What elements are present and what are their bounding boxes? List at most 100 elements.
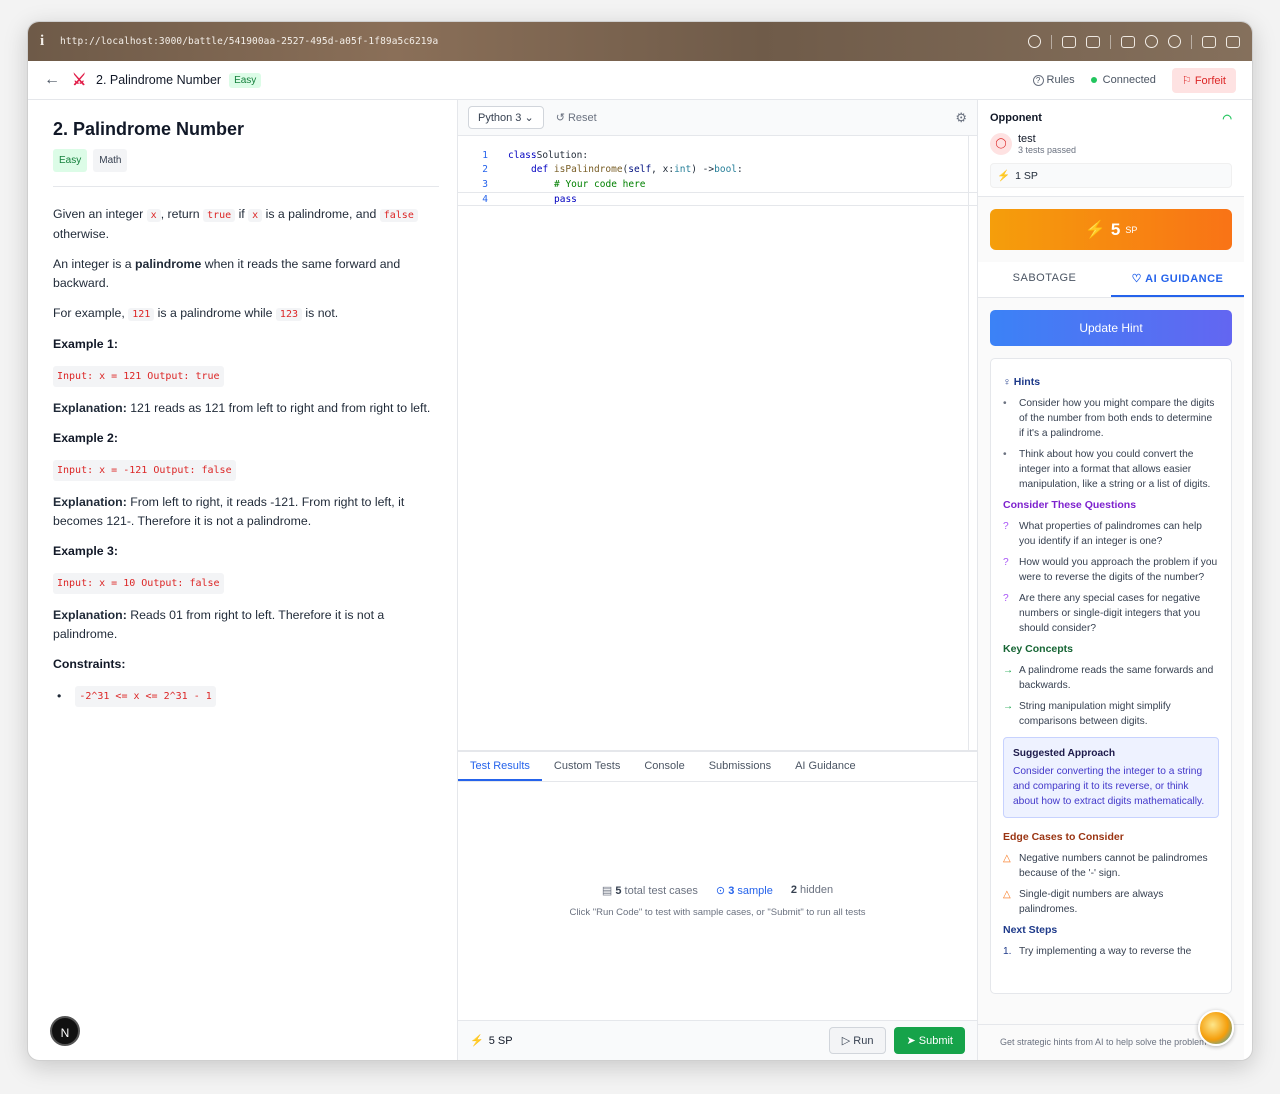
top-navigation: ← ⚔ 2. Palindrome Number Easy ? Rules Con… — [28, 61, 1252, 100]
type: int — [674, 164, 692, 176]
submit-button[interactable]: ➤ Submit — [894, 1027, 965, 1054]
tab-test-results[interactable]: Test Results — [458, 752, 542, 781]
toolbar-divider — [1110, 34, 1111, 49]
opponent-name: test — [1018, 133, 1036, 145]
link-icon[interactable] — [1028, 35, 1041, 48]
opponent-sp: ⚡ 1 SP — [990, 163, 1232, 188]
edge-case-item: △ Negative numbers cannot be palindromes … — [1003, 851, 1219, 881]
question-item: ? How would you approach the problem if y… — [1003, 555, 1219, 585]
tab-custom-tests[interactable]: Custom Tests — [542, 752, 632, 781]
concept-text: A palindrome reads the same forwards and… — [1019, 665, 1214, 691]
edge-case-item: △ Single-digit numbers are always palindr… — [1003, 887, 1219, 917]
param: self — [628, 164, 652, 176]
next-step-item: 1. Try implementing a way to reverse the — [1003, 944, 1219, 959]
suggested-approach: Suggested Approach Consider converting t… — [1003, 737, 1219, 818]
problem-panel: 2. Palindrome Number Easy Math Given an … — [28, 100, 458, 1060]
gear-icon[interactable]: ⚙ — [955, 110, 967, 126]
opponent-tests: 3 tests passed — [1018, 145, 1077, 155]
opponent-card: Opponent ◠ ◯ test 3 tests passed ⚡ 1 SP — [978, 100, 1244, 197]
connection-status: Connected — [1090, 74, 1156, 86]
line-number: 2 — [482, 164, 488, 176]
forfeit-button[interactable]: ⚐ Forfeit — [1171, 67, 1236, 93]
example-title: Example 2: — [53, 431, 118, 445]
status-dot-icon — [1090, 77, 1097, 83]
rules-button[interactable]: ? Rules — [1032, 74, 1075, 86]
problem-heading: 2. Palindrome Number — [53, 119, 245, 139]
edge-cases-title: Edge Cases to Consider — [1003, 831, 1124, 843]
inline-code: x — [248, 209, 263, 222]
keyword: class — [508, 150, 537, 161]
text: Given an integer — [53, 207, 147, 221]
tab-label: AI GUIDANCE — [1145, 273, 1224, 285]
bullet-icon: • — [1003, 449, 1007, 460]
reset-label: Reset — [567, 112, 597, 124]
results-hint: Click "Run Code" to test with sample cas… — [569, 907, 866, 918]
tab-ai-guidance-sidebar[interactable]: ♡ AI GUIDANCE — [1111, 262, 1244, 297]
crosshair-icon[interactable] — [1168, 35, 1181, 48]
question-icon: ? — [1003, 557, 1009, 568]
reset-button[interactable]: ↺ Reset — [556, 111, 597, 124]
line-number: 1 — [482, 150, 488, 161]
example-code: Input: x = 10 Output: false — [53, 573, 224, 594]
info-icon[interactable]: i — [40, 33, 60, 50]
terminal-icon[interactable] — [1121, 35, 1135, 48]
line-number: 3 — [482, 178, 488, 190]
send-icon: ➤ — [906, 1035, 919, 1047]
sidebar-tabs: SABOTAGE ♡ AI GUIDANCE — [978, 262, 1244, 298]
bold-text: palindrome — [135, 257, 202, 271]
tab-submissions[interactable]: Submissions — [697, 752, 783, 781]
code-icon[interactable] — [1202, 35, 1216, 48]
example-title: Example 3: — [53, 544, 118, 558]
main-workspace: 2. Palindrome Number Easy Math Given an … — [28, 100, 1252, 1060]
warning-icon: △ — [1003, 853, 1011, 864]
code-line-active[interactable]: 4 pass — [458, 191, 977, 207]
total-count: 5 — [615, 885, 622, 897]
hidden-cases: 2 hidden — [791, 884, 833, 897]
run-button[interactable]: ▷ Run — [828, 1027, 887, 1054]
globe-icon[interactable] — [1145, 35, 1158, 48]
download-icon[interactable] — [1062, 35, 1076, 48]
sidebar-icon[interactable] — [1226, 35, 1240, 48]
constraint-item: • -2^31 <= x <= 2^31 - 1 — [53, 686, 439, 707]
description-paragraph: For example, 121 is a palindrome while 1… — [53, 304, 439, 324]
difficulty-badge: Easy — [229, 72, 262, 88]
language-select[interactable]: Python 3 ⌄ — [468, 106, 544, 129]
lightbulb-icon: ♀ — [1003, 376, 1014, 388]
camera-icon[interactable] — [1086, 35, 1100, 48]
code-line[interactable]: 1 class Solution: — [458, 149, 977, 163]
keyword: pass — [554, 193, 577, 205]
arrow-right-icon: → — [1003, 701, 1014, 712]
url-bar[interactable]: i http://localhost:3000/battle/541900aa-… — [28, 22, 1252, 61]
sp-unit: SP — [1125, 224, 1138, 235]
concept-item: → A palindrome reads the same forwards an… — [1003, 663, 1219, 693]
toolbar-divider — [1191, 34, 1192, 49]
update-hint-button[interactable]: Update Hint — [990, 310, 1232, 346]
description-paragraph: An integer is a palindrome when it reads… — [53, 255, 439, 293]
test-case-stats: ▤ 5 total test cases ⊙ 3 sample 2 hidden — [602, 884, 833, 897]
back-arrow-icon[interactable]: ← — [44, 71, 72, 89]
inline-code: 121 — [128, 308, 155, 321]
toolbar-divider — [1051, 34, 1052, 49]
chevron-down-icon: ⌄ — [524, 112, 534, 124]
code-line[interactable]: 3 # Your code here — [458, 178, 977, 192]
tab-console[interactable]: Console — [632, 752, 696, 781]
tab-ai-guidance[interactable]: AI Guidance — [783, 752, 868, 781]
check-circle-icon: ⊙ — [715, 885, 729, 897]
editor-footer: ⚡ 5 SP ▷ Run ➤ Submit — [458, 1020, 977, 1060]
concept-item: → String manipulation might simplify comp… — [1003, 699, 1219, 729]
question-icon: ? — [1003, 593, 1009, 604]
question-text: How would you approach the problem if yo… — [1019, 557, 1218, 583]
assistant-avatar-icon[interactable] — [1198, 1010, 1234, 1046]
constraint-code: -2^31 <= x <= 2^31 - 1 — [75, 686, 216, 707]
text: is a palindrome, and — [262, 207, 380, 221]
description-paragraph: Given an integer x, return true if x is … — [53, 205, 439, 244]
concepts-title: Key Concepts — [1003, 643, 1074, 655]
code-text: : — [737, 164, 743, 176]
code-editor[interactable]: 1 class Solution: 2 def isPalindrome(self,… — [458, 136, 977, 750]
nextjs-dev-icon[interactable]: N — [50, 1016, 80, 1046]
editor-scrollbar[interactable] — [968, 136, 969, 750]
tab-sabotage[interactable]: SABOTAGE — [978, 262, 1111, 297]
code-line[interactable]: 2 def isPalindrome(self, x: int) -> bool: — [458, 163, 977, 177]
url-text[interactable]: http://localhost:3000/battle/541900aa-25… — [60, 36, 1028, 47]
hint-item: • Consider how you might compare the digi… — [1003, 396, 1219, 441]
